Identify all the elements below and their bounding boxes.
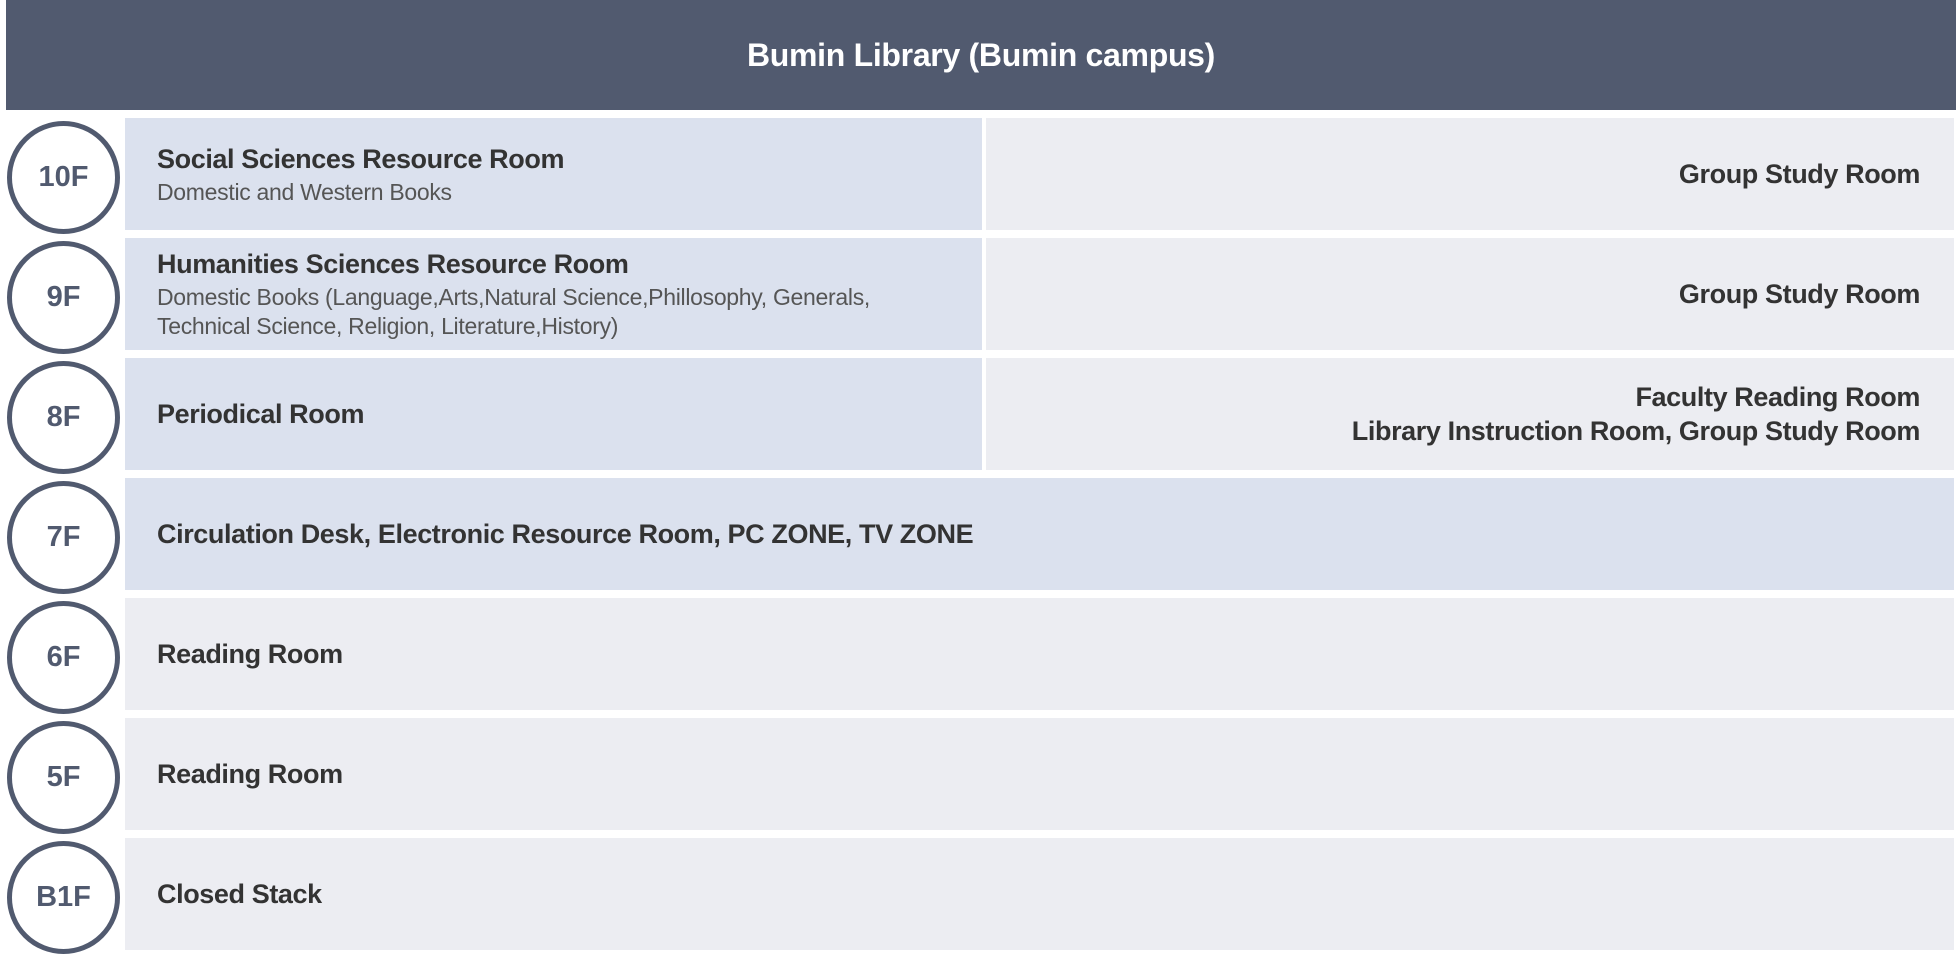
floor-9f-right-panel: Group Study Room	[986, 238, 1954, 350]
floor-body-9f: Humanities Sciences Resource Room Domest…	[125, 238, 1954, 350]
floor-9f-left-panel: Humanities Sciences Resource Room Domest…	[125, 238, 982, 350]
room-title: Social Sciences Resource Room	[157, 143, 565, 174]
page-title: Bumin Library (Bumin campus)	[6, 0, 1956, 110]
floor-directory: 10F Social Sciences Resource Room Domest…	[0, 118, 1958, 958]
floor-b1f-panel: Closed Stack	[125, 838, 1954, 950]
floor-8f-left-panel: Periodical Room	[125, 358, 982, 470]
room-title: Closed Stack	[157, 879, 322, 909]
floor-row-8f: 8F Periodical Room Faculty Reading Room …	[0, 358, 1958, 478]
floor-badge-5f: 5F	[7, 721, 120, 834]
floor-badge-7f: 7F	[7, 481, 120, 594]
floor-badge-10f: 10F	[7, 121, 120, 234]
floor-6f-panel: Reading Room	[125, 598, 1954, 710]
room-description: Domestic and Western Books	[157, 178, 452, 205]
room-title: Library Instruction Room, Group Study Ro…	[1351, 416, 1921, 446]
floor-row-5f: 5F Reading Room	[0, 718, 1958, 838]
floor-row-b1f: B1F Closed Stack	[0, 838, 1958, 958]
room-title: Humanities Sciences Resource Room	[157, 249, 629, 279]
floor-badge-b1f: B1F	[7, 841, 120, 954]
floor-10f-right-panel: Group Study Room	[986, 118, 1954, 230]
room-title: Periodical Room	[157, 399, 365, 429]
floor-row-9f: 9F Humanities Sciences Resource Room Dom…	[0, 238, 1958, 358]
floor-row-6f: 6F Reading Room	[0, 598, 1958, 718]
floor-badge-9f: 9F	[7, 241, 120, 354]
floor-row-7f: 7F Circulation Desk, Electronic Resource…	[0, 478, 1958, 598]
floor-body-b1f: Closed Stack	[125, 838, 1954, 950]
floor-5f-panel: Reading Room	[125, 718, 1954, 830]
floor-10f-left-panel: Social Sciences Resource Room Domestic a…	[125, 118, 982, 230]
room-title: Faculty Reading Room	[1635, 382, 1920, 412]
room-description-line-2: Technical Science, Religion, Literature,…	[157, 313, 619, 339]
floor-7f-panel: Circulation Desk, Electronic Resource Ro…	[125, 478, 1954, 590]
floor-badge-8f: 8F	[7, 361, 120, 474]
room-title: Group Study Room	[1678, 279, 1920, 309]
floor-body-7f: Circulation Desk, Electronic Resource Ro…	[125, 478, 1954, 590]
room-title: Circulation Desk, Electronic Resource Ro…	[157, 519, 974, 549]
room-title: Group Study Room	[1678, 159, 1920, 189]
floor-body-6f: Reading Room	[125, 598, 1954, 710]
floor-badge-6f: 6F	[7, 601, 120, 714]
floor-body-10f: Social Sciences Resource Room Domestic a…	[125, 118, 1954, 230]
floor-body-8f: Periodical Room Faculty Reading Room Lib…	[125, 358, 1954, 470]
floor-row-10f: 10F Social Sciences Resource Room Domest…	[0, 118, 1958, 238]
room-title: Reading Room	[157, 639, 343, 669]
room-title: Reading Room	[157, 759, 343, 789]
room-description-line-1: Domestic Books (Language,Arts,Natural Sc…	[157, 284, 870, 310]
floor-8f-right-panel: Faculty Reading Room Library Instruction…	[986, 358, 1954, 470]
floor-body-5f: Reading Room	[125, 718, 1954, 830]
